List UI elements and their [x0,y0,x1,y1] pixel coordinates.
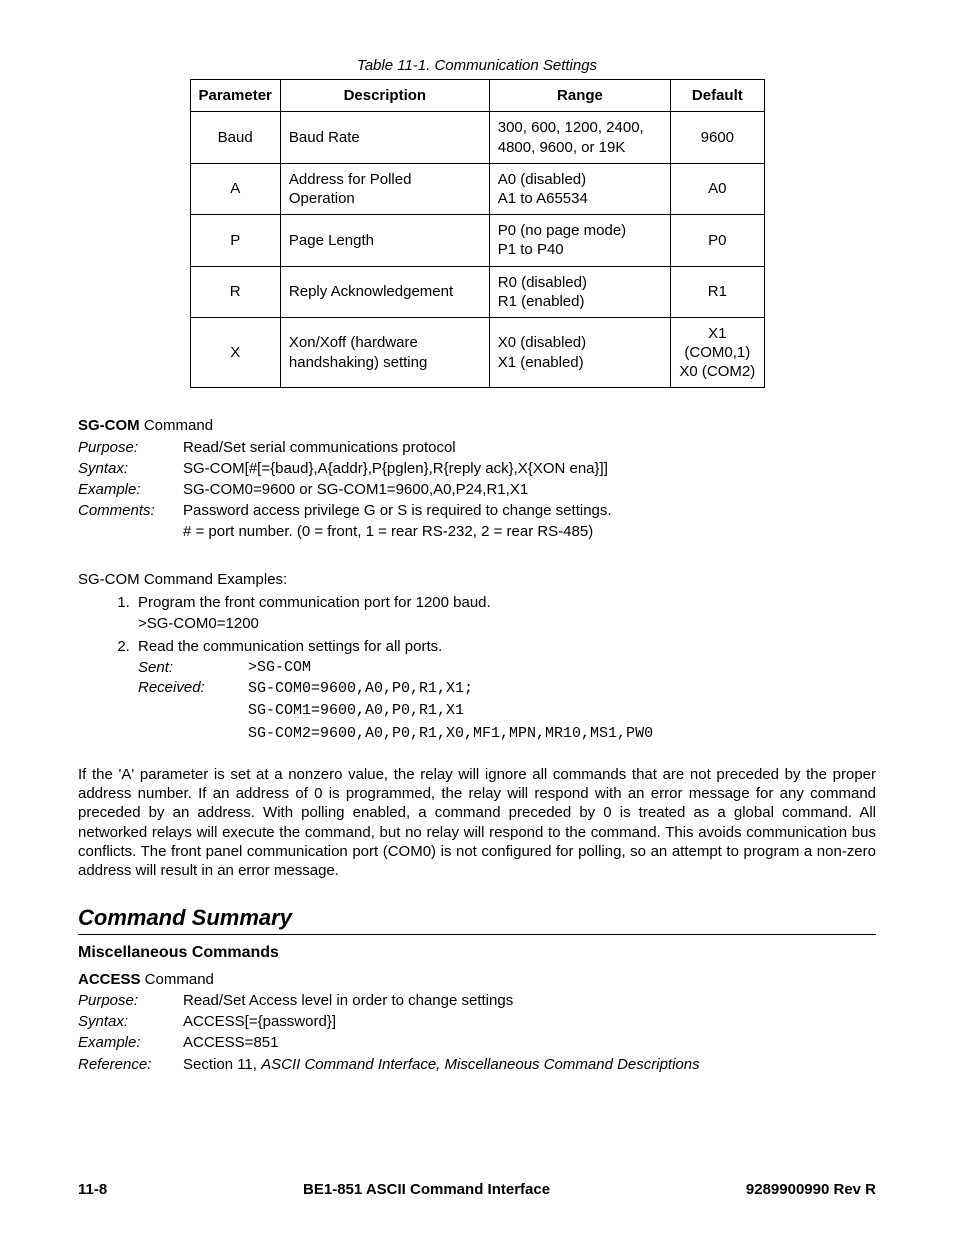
access-reference-label: Reference: [78,1055,183,1074]
document-page: Table 11-1. Communication Settings Param… [0,0,954,1235]
table-row: P Page Length P0 (no page mode) P1 to P4… [190,215,764,266]
access-command-heading: ACCESS Command [78,970,876,989]
examples-list: Program the front communication port for… [78,593,876,745]
received-line-1: SG-COM0=9600,A0,P0,R1,X1; [248,678,876,701]
comments-label: Comments: [78,501,183,520]
example-1-code: >SG-COM0=1200 [138,614,876,633]
sgcom-bold: SG-COM [78,417,140,434]
received-label: Received: [138,678,248,746]
example-item-1: Program the front communication port for… [134,593,876,633]
access-reference-value: Section 11, ASCII Command Interface, Mis… [183,1055,876,1074]
access-purpose-label: Purpose: [78,991,183,1010]
table-caption: Table 11-1. Communication Settings [78,56,876,75]
cell-param: R [190,266,280,317]
table-row: X Xon/Xoff (hardware handshaking) settin… [190,317,764,388]
sent-label: Sent: [138,658,248,677]
access-syntax-value: ACCESS[={password}] [183,1012,876,1031]
received-line-2: SG-COM1=9600,A0,P0,R1,X1 [248,700,876,723]
misc-commands-heading: Miscellaneous Commands [78,943,876,963]
cell-range: 300, 600, 1200, 2400, 4800, 9600, or 19K [489,112,670,163]
comments-label-blank [78,522,183,541]
table-row: Baud Baud Rate 300, 600, 1200, 2400, 480… [190,112,764,163]
th-description: Description [280,80,489,112]
cell-range: X0 (disabled) X1 (enabled) [489,317,670,388]
examples-intro: SG-COM Command Examples: [78,570,876,589]
polling-paragraph: If the 'A' parameter is set at a nonzero… [78,765,876,880]
cell-desc: Page Length [280,215,489,266]
page-footer: 11-8 BE1-851 ASCII Command Interface 928… [78,1180,876,1199]
sgcom-command-heading: SG-COM Command [78,416,876,435]
purpose-value: Read/Set serial communications protocol [183,438,876,457]
access-reference-italic: ASCII Command Interface, Miscellaneous C… [261,1056,700,1073]
table-header-row: Parameter Description Range Default [190,80,764,112]
th-range: Range [489,80,670,112]
received-line-3: SG-COM2=9600,A0,P0,R1,X0,MF1,MPN,MR10,MS… [248,723,876,746]
communication-settings-table: Parameter Description Range Default Baud… [190,79,765,388]
access-example-value: ACCESS=851 [183,1033,876,1052]
command-summary-heading: Command Summary [78,904,876,935]
footer-center: BE1-851 ASCII Command Interface [303,1180,550,1199]
footer-right: 9289900990 Rev R [746,1180,876,1199]
cell-param: A [190,163,280,214]
cell-range: A0 (disabled) A1 to A65534 [489,163,670,214]
example-1-text: Program the front communication port for… [138,594,491,611]
cell-default: P0 [671,215,764,266]
access-example-label: Example: [78,1033,183,1052]
access-definitions: Purpose: Read/Set Access level in order … [78,991,876,1074]
access-syntax-label: Syntax: [78,1012,183,1031]
sent-value: >SG-COM [248,658,876,677]
comments-value-2: # = port number. (0 = front, 1 = rear RS… [183,522,876,541]
table-row: R Reply Acknowledgement R0 (disabled) R1… [190,266,764,317]
access-rest: Command [141,971,214,988]
table-row: A Address for Polled Operation A0 (disab… [190,163,764,214]
cell-default: A0 [671,163,764,214]
syntax-label: Syntax: [78,459,183,478]
sgcom-definitions: Purpose: Read/Set serial communications … [78,438,876,542]
syntax-value: SG-COM[#[={baud},A{addr},P{pglen},R{repl… [183,459,876,478]
example-value: SG-COM0=9600 or SG-COM1=9600,A0,P24,R1,X… [183,480,876,499]
th-default: Default [671,80,764,112]
cell-default: X1 (COM0,1) X0 (COM2) [671,317,764,388]
purpose-label: Purpose: [78,438,183,457]
received-values: SG-COM0=9600,A0,P0,R1,X1; SG-COM1=9600,A… [248,678,876,746]
sgcom-rest: Command [140,417,213,434]
example-item-2: Read the communication settings for all … [134,637,876,745]
cell-range: P0 (no page mode) P1 to P40 [489,215,670,266]
access-purpose-value: Read/Set Access level in order to change… [183,991,876,1010]
cell-param: Baud [190,112,280,163]
access-bold: ACCESS [78,971,141,988]
th-parameter: Parameter [190,80,280,112]
example-2-text: Read the communication settings for all … [138,638,442,655]
cell-param: P [190,215,280,266]
footer-left: 11-8 [78,1180,107,1199]
cell-default: R1 [671,266,764,317]
example-label: Example: [78,480,183,499]
cell-param: X [190,317,280,388]
cell-desc: Xon/Xoff (hardware handshaking) setting [280,317,489,388]
access-reference-pre: Section 11, [183,1056,261,1073]
comments-value-1: Password access privilege G or S is requ… [183,501,876,520]
cell-desc: Baud Rate [280,112,489,163]
cell-default: 9600 [671,112,764,163]
cell-desc: Address for Polled Operation [280,163,489,214]
cell-range: R0 (disabled) R1 (enabled) [489,266,670,317]
cell-desc: Reply Acknowledgement [280,266,489,317]
